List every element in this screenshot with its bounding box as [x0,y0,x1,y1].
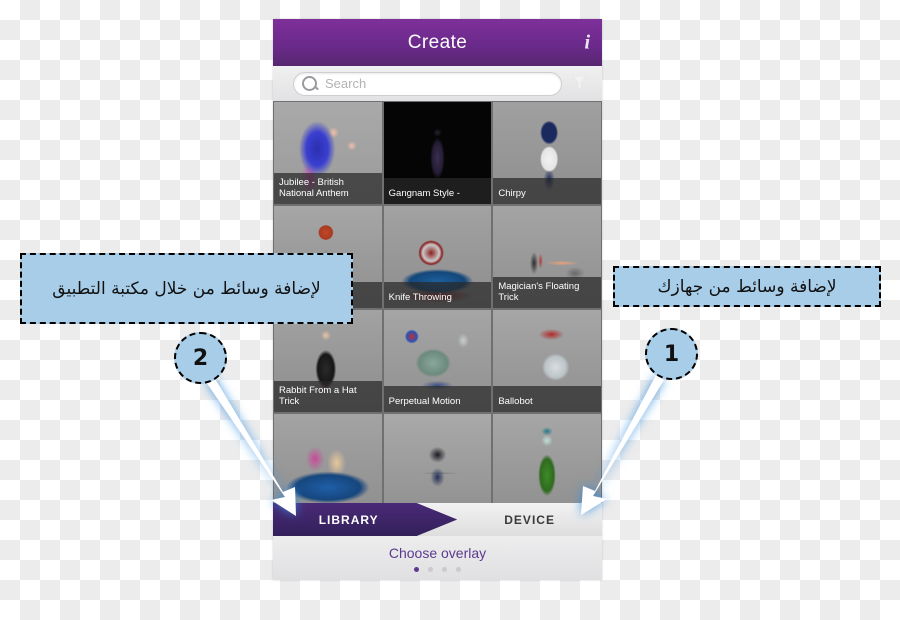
grid-item[interactable]: Rabbit From a Hat Trick [274,310,382,412]
grid-item[interactable]: Jubilee - British National Anthem [274,102,382,204]
grid-item[interactable]: Ballobot [493,310,601,412]
grid-item[interactable]: Chirpy [493,102,601,204]
pagination-dot[interactable] [442,566,447,572]
grid-item-label: Perpetual Motion [383,386,492,412]
grid-item[interactable]: Gangnam Style - [383,102,492,204]
pagination-dot[interactable] [428,566,433,572]
search-placeholder: Search [325,76,367,91]
tab-library[interactable]: LIBRARY [273,503,458,536]
filter-funnel-icon[interactable] [562,75,596,92]
grid-item-label: Magician's Floating Trick [493,277,601,308]
callout-library-text: لإضافة وسائط من خلال مكتبة التطبيق [52,278,321,299]
source-tab-bar: LIBRARY DEVICE [273,503,602,536]
callout-library: لإضافة وسائط من خلال مكتبة التطبيق [20,253,353,324]
grid-item[interactable]: Magician's Floating Trick [493,206,601,308]
thumbnail-image [274,414,382,503]
callout-device: لإضافة وسائط من جهازك [613,266,881,307]
search-input[interactable]: Search [293,71,562,96]
tab-device[interactable]: DEVICE [457,503,602,536]
search-bar: Search [273,66,602,101]
grid-item-label: Knife Throwing [383,282,492,308]
pagination-dot[interactable] [414,566,419,572]
step-badge-1-number: 1 [663,341,680,367]
thumbnail-image [383,414,492,503]
pagination-dot[interactable] [456,566,461,572]
grid-item-label: Ballobot [493,386,601,412]
grid-item[interactable] [274,414,382,503]
tab-device-label: DEVICE [504,512,555,527]
grid-item[interactable]: Perpetual Motion [383,310,492,412]
pagination-dots[interactable] [414,566,461,572]
step-badge-2: 2 [174,332,227,384]
callout-device-text: لإضافة وسائط من جهازك [657,276,837,297]
grid-item-label: Gangnam Style - [383,178,492,204]
choose-overlay-label: Choose overlay [388,544,487,561]
grid-item[interactable]: Knife Throwing [383,206,492,308]
step-badge-2-number: 2 [192,345,209,371]
page-title: Create [407,31,468,53]
tab-library-label: LIBRARY [318,512,379,527]
info-italic-icon[interactable]: i [584,31,590,54]
app-header: Create i [273,19,602,66]
grid-item-label: Jubilee - British National Anthem [274,173,382,204]
search-icon [302,76,317,91]
grid-item-label: Rabbit From a Hat Trick [274,381,382,412]
grid-item-label: Chirpy [493,178,601,204]
thumbnail-image [493,414,601,503]
step-badge-1: 1 [645,328,698,380]
grid-item[interactable] [383,414,492,503]
footer: Choose overlay [273,536,602,580]
grid-item[interactable] [493,414,601,503]
